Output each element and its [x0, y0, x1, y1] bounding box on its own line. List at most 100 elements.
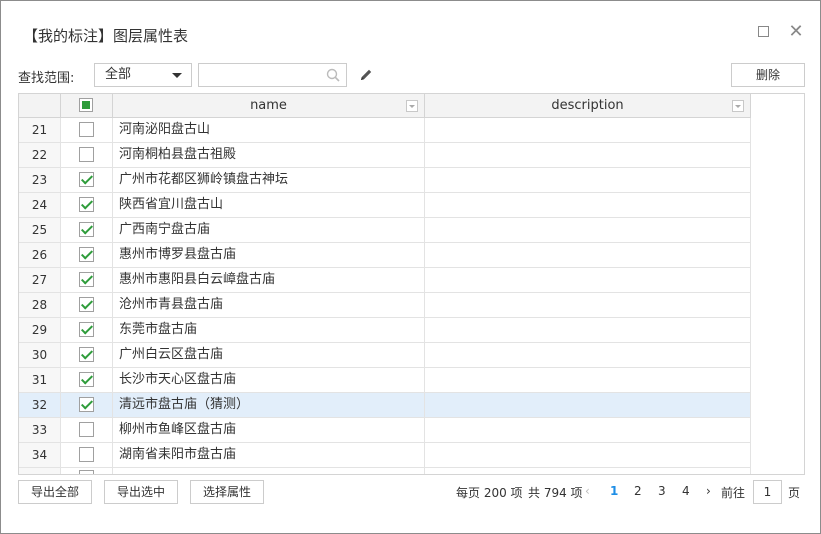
search-input[interactable]: [199, 64, 319, 86]
table-row[interactable]: 30 广州白云区盘古庙: [19, 343, 751, 368]
maximize-icon[interactable]: [754, 23, 772, 41]
description-cell[interactable]: [425, 168, 751, 192]
row-checkbox[interactable]: [79, 147, 94, 162]
column-header-name[interactable]: name: [113, 94, 425, 118]
table-row[interactable]: 33 柳州市鱼峰区盘古庙: [19, 418, 751, 443]
name-cell[interactable]: 清远市盘古庙（猜测）: [113, 393, 425, 417]
column-menu-icon[interactable]: [732, 100, 744, 112]
row-checkbox[interactable]: [79, 347, 94, 362]
row-checkbox[interactable]: [79, 447, 94, 462]
table-row[interactable]: 21 河南泌阳盘古山: [19, 118, 751, 143]
row-checkbox[interactable]: [79, 197, 94, 212]
row-checkbox[interactable]: [79, 397, 94, 412]
row-checkbox-cell: [61, 218, 113, 242]
pencil-icon[interactable]: [358, 67, 374, 83]
row-number: 24: [19, 193, 61, 217]
name-cell[interactable]: 广州市花都区狮岭镇盘古神坛: [113, 168, 425, 192]
table-row[interactable]: 27 惠州市惠阳县白云嶂盘古庙: [19, 268, 751, 293]
row-checkbox[interactable]: [79, 322, 94, 337]
description-cell[interactable]: [425, 368, 751, 392]
row-checkbox-cell: [61, 393, 113, 417]
delete-button[interactable]: 删除: [731, 63, 805, 87]
row-number: 34: [19, 443, 61, 467]
row-checkbox-cell: [61, 418, 113, 442]
page-2[interactable]: 2: [634, 484, 642, 498]
description-cell[interactable]: [425, 343, 751, 367]
row-checkbox[interactable]: [79, 372, 94, 387]
table-row[interactable]: 28 沧州市青县盘古庙: [19, 293, 751, 318]
description-cell[interactable]: [425, 143, 751, 167]
column-menu-icon[interactable]: [406, 100, 418, 112]
table-row[interactable]: 24 陕西省宜川盘古山: [19, 193, 751, 218]
description-cell[interactable]: [425, 393, 751, 417]
name-cell[interactable]: 东莞市盘古庙: [113, 318, 425, 342]
row-number: 30: [19, 343, 61, 367]
table-row[interactable]: 22 河南桐柏县盘古祖殿: [19, 143, 751, 168]
description-cell[interactable]: [425, 293, 751, 317]
prev-page-icon[interactable]: ‹: [585, 484, 590, 498]
name-cell[interactable]: 陕西省宜川盘古山: [113, 193, 425, 217]
name-cell[interactable]: 柳州市鱼峰区盘古庙: [113, 418, 425, 442]
name-cell[interactable]: 惠州市博罗县盘古庙: [113, 243, 425, 267]
table-row[interactable]: 31 长沙市天心区盘古庙: [19, 368, 751, 393]
description-cell[interactable]: [425, 193, 751, 217]
row-number: 27: [19, 268, 61, 292]
description-cell[interactable]: [425, 268, 751, 292]
row-checkbox[interactable]: [79, 422, 94, 437]
select-attributes-button[interactable]: 选择属性: [190, 480, 264, 504]
row-checkbox[interactable]: [79, 297, 94, 312]
name-cell[interactable]: 湖南省耒阳市盘古庙: [113, 443, 425, 467]
description-cell[interactable]: [425, 418, 751, 442]
attribute-grid: name description 21 河南泌阳盘古山 22 河南桐柏县盘古祖殿 23 广…: [18, 93, 805, 475]
description-cell[interactable]: [425, 443, 751, 467]
grid-header: name description: [19, 94, 751, 118]
row-number: 31: [19, 368, 61, 392]
row-checkbox[interactable]: [79, 222, 94, 237]
table-row[interactable]: 32 清远市盘古庙（猜测）: [19, 393, 751, 418]
description-cell[interactable]: [425, 218, 751, 242]
goto-page-input[interactable]: [753, 480, 782, 504]
export-selected-button[interactable]: 导出选中: [104, 480, 178, 504]
row-checkbox[interactable]: [79, 247, 94, 262]
next-page-icon[interactable]: ›: [706, 484, 711, 498]
row-checkbox-cell: [61, 143, 113, 167]
name-cell[interactable]: 河南桐柏县盘古祖殿: [113, 143, 425, 167]
search-icon[interactable]: [326, 68, 340, 82]
row-checkbox-cell: [61, 293, 113, 317]
close-icon[interactable]: ✕: [787, 23, 805, 41]
row-checkbox[interactable]: [79, 272, 94, 287]
row-checkbox[interactable]: [79, 172, 94, 187]
row-checkbox-cell: [61, 468, 113, 474]
name-cell: [113, 468, 425, 474]
export-all-button[interactable]: 导出全部: [18, 480, 92, 504]
table-row[interactable]: 29 东莞市盘古庙: [19, 318, 751, 343]
per-page-text[interactable]: 每页 200 项: [456, 484, 523, 501]
row-number: [19, 468, 61, 474]
table-row[interactable]: 26 惠州市博罗县盘古庙: [19, 243, 751, 268]
description-cell[interactable]: [425, 243, 751, 267]
description-cell[interactable]: [425, 118, 751, 142]
name-cell[interactable]: 广西南宁盘古庙: [113, 218, 425, 242]
name-cell[interactable]: 惠州市惠阳县白云嶂盘古庙: [113, 268, 425, 292]
row-checkbox-cell: [61, 243, 113, 267]
description-cell[interactable]: [425, 318, 751, 342]
header-checkbox-cell: [61, 94, 113, 118]
name-cell[interactable]: 沧州市青县盘古庙: [113, 293, 425, 317]
name-cell[interactable]: 长沙市天心区盘古庙: [113, 368, 425, 392]
table-row[interactable]: 23 广州市花都区狮岭镇盘古神坛: [19, 168, 751, 193]
scope-select[interactable]: 全部: [94, 63, 192, 87]
scope-label: 查找范围:: [18, 71, 75, 86]
select-all-checkbox[interactable]: [79, 98, 93, 112]
row-checkbox[interactable]: [79, 470, 94, 474]
table-row[interactable]: 25 广西南宁盘古庙: [19, 218, 751, 243]
row-number: 33: [19, 418, 61, 442]
row-number: 32: [19, 393, 61, 417]
page-1[interactable]: 1: [610, 484, 618, 498]
page-4[interactable]: 4: [682, 484, 690, 498]
page-3[interactable]: 3: [658, 484, 666, 498]
table-row[interactable]: 34 湖南省耒阳市盘古庙: [19, 443, 751, 468]
name-cell[interactable]: 河南泌阳盘古山: [113, 118, 425, 142]
name-cell[interactable]: 广州白云区盘古庙: [113, 343, 425, 367]
column-header-description[interactable]: description: [425, 94, 751, 118]
row-checkbox[interactable]: [79, 122, 94, 137]
